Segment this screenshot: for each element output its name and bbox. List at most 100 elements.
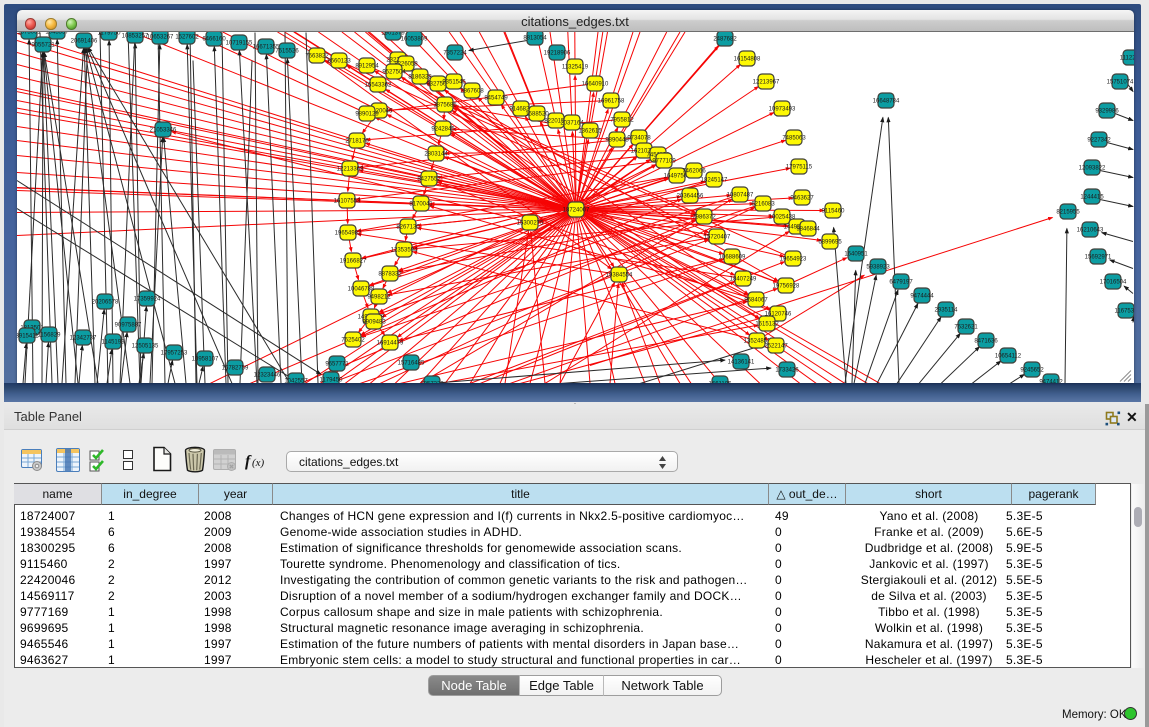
svg-text:17957253: 17957253	[160, 350, 187, 356]
svg-text:12323446: 12323446	[253, 372, 280, 378]
svg-text:7632621: 7632621	[954, 324, 978, 330]
svg-text:19384554: 19384554	[605, 272, 632, 278]
svg-text:8267130: 8267130	[396, 224, 420, 230]
svg-text:2867608: 2867608	[460, 88, 484, 94]
svg-text:14136141: 14136141	[727, 359, 754, 365]
svg-text:19654982: 19654982	[334, 230, 361, 236]
svg-text:8878332: 8878332	[378, 271, 402, 277]
svg-text:16648784: 16648784	[872, 98, 899, 104]
svg-text:8912954: 8912954	[355, 63, 379, 69]
svg-text:16914479: 16914479	[376, 340, 403, 346]
svg-text:1043557: 1043557	[45, 32, 69, 36]
svg-text:5938923: 5938923	[866, 264, 890, 270]
svg-text:16210643: 16210643	[1076, 227, 1103, 233]
svg-text:1244415: 1244415	[1080, 194, 1104, 200]
svg-text:19218906: 19218906	[543, 50, 570, 56]
svg-text:11325419: 11325419	[561, 64, 588, 70]
svg-text:10654112: 10654112	[994, 353, 1021, 359]
svg-text:15716485: 15716485	[397, 360, 424, 366]
svg-text:9474444: 9474444	[910, 293, 934, 299]
svg-text:10719155: 10719155	[225, 40, 252, 46]
svg-text:8427552: 8427552	[417, 176, 441, 182]
svg-text:16640910: 16640910	[581, 81, 608, 87]
svg-text:16154808: 16154808	[733, 56, 760, 62]
svg-text:9329986: 9329986	[1095, 108, 1119, 114]
svg-text:16961758: 16961758	[597, 98, 624, 104]
svg-text:7515526: 7515526	[275, 48, 299, 54]
svg-text:10653267: 10653267	[146, 34, 173, 40]
svg-text:1156829: 1156829	[37, 332, 61, 338]
svg-text:f: f	[245, 453, 252, 470]
svg-text:6466160: 6466160	[202, 36, 226, 42]
svg-text:9245652: 9245652	[1020, 367, 1044, 373]
svg-text:10973493: 10973493	[768, 106, 795, 112]
svg-text:12093822: 12093822	[1078, 165, 1105, 171]
svg-text:1615132: 1615132	[755, 321, 779, 327]
svg-text:2487682: 2487682	[713, 36, 737, 42]
svg-text:1112251: 1112251	[1119, 55, 1133, 61]
svg-text:20206578: 20206578	[91, 299, 118, 305]
svg-text:12213967: 12213967	[752, 79, 779, 85]
svg-text:7955812: 7955812	[610, 117, 634, 123]
svg-text:10853257: 10853257	[121, 33, 148, 39]
svg-text:2037164: 2037164	[560, 120, 584, 126]
svg-text:1179450: 1179450	[319, 377, 343, 383]
svg-text:9777109: 9777109	[652, 158, 676, 164]
svg-text:9846844: 9846844	[796, 226, 820, 232]
svg-text:8454749: 8454749	[484, 95, 508, 101]
svg-text:2718176: 2718176	[345, 138, 369, 144]
svg-text:8186328: 8186328	[408, 74, 432, 80]
svg-text:7663822: 7663822	[305, 53, 329, 59]
svg-text:10958107: 10958107	[191, 356, 218, 362]
svg-text:9351546: 9351546	[442, 79, 466, 85]
svg-text:2522147: 2522147	[764, 343, 788, 349]
svg-text:18407249: 18407249	[729, 276, 756, 282]
svg-text:8660123: 8660123	[327, 58, 351, 64]
svg-text:17359924: 17359924	[133, 296, 160, 302]
svg-text:1661105: 1661105	[708, 381, 732, 383]
svg-text:21053346: 21053346	[149, 127, 176, 133]
svg-text:9734078: 9734078	[627, 135, 651, 141]
svg-text:19654923: 19654923	[779, 256, 806, 262]
svg-text:6899695: 6899695	[818, 239, 842, 245]
svg-text:9527504: 9527504	[382, 69, 406, 75]
svg-text:9890448: 9890448	[605, 137, 629, 143]
svg-text:1875001: 1875001	[17, 32, 41, 36]
svg-text:9227342: 9227342	[1087, 137, 1111, 143]
svg-text:1640951: 1640951	[844, 251, 868, 257]
svg-text:2803144: 2803144	[424, 151, 448, 157]
svg-text:8170041: 8170041	[409, 201, 433, 207]
svg-text:9474412: 9474412	[1039, 379, 1063, 383]
svg-text:3915411: 3915411	[17, 333, 39, 339]
svg-text:8215955: 8215955	[1056, 209, 1080, 215]
svg-text:15720407: 15720407	[703, 234, 730, 240]
svg-text:(x): (x)	[252, 457, 265, 469]
svg-text:8471636: 8471636	[974, 338, 998, 344]
svg-text:15692971: 15692971	[1084, 254, 1111, 260]
svg-text:16543362: 16543362	[364, 82, 391, 88]
svg-text:17016504: 17016504	[1099, 279, 1126, 285]
svg-text:10046788: 10046788	[347, 286, 374, 292]
svg-text:9890129: 9890129	[355, 111, 379, 117]
svg-text:12213369: 12213369	[336, 166, 363, 172]
svg-text:9684067: 9684067	[744, 297, 768, 303]
svg-text:19756928: 19756928	[772, 283, 799, 289]
svg-text:10807487: 10807487	[726, 192, 753, 198]
svg-text:7986372: 7986372	[692, 214, 716, 220]
svg-text:16782759: 16782759	[221, 365, 248, 371]
svg-text:15300275: 15300275	[516, 220, 543, 226]
svg-text:18245147: 18245147	[700, 177, 727, 183]
svg-text:9115460: 9115460	[821, 208, 845, 214]
svg-text:9498212: 9498212	[367, 294, 391, 300]
svg-text:15751074: 15751074	[1106, 79, 1133, 85]
svg-text:9242845: 9242845	[431, 126, 455, 132]
svg-text:1042557: 1042557	[284, 378, 308, 383]
svg-text:1588520: 1588520	[525, 111, 549, 117]
svg-text:19166827: 19166827	[339, 258, 366, 264]
svg-text:20691406: 20691406	[70, 38, 97, 44]
svg-text:1857220: 1857220	[420, 381, 444, 383]
svg-text:17975115: 17975115	[785, 164, 812, 170]
svg-text:2935114: 2935114	[934, 307, 958, 313]
svg-text:12505135: 12505135	[131, 343, 158, 349]
svg-text:1179750: 1179750	[97, 32, 121, 37]
